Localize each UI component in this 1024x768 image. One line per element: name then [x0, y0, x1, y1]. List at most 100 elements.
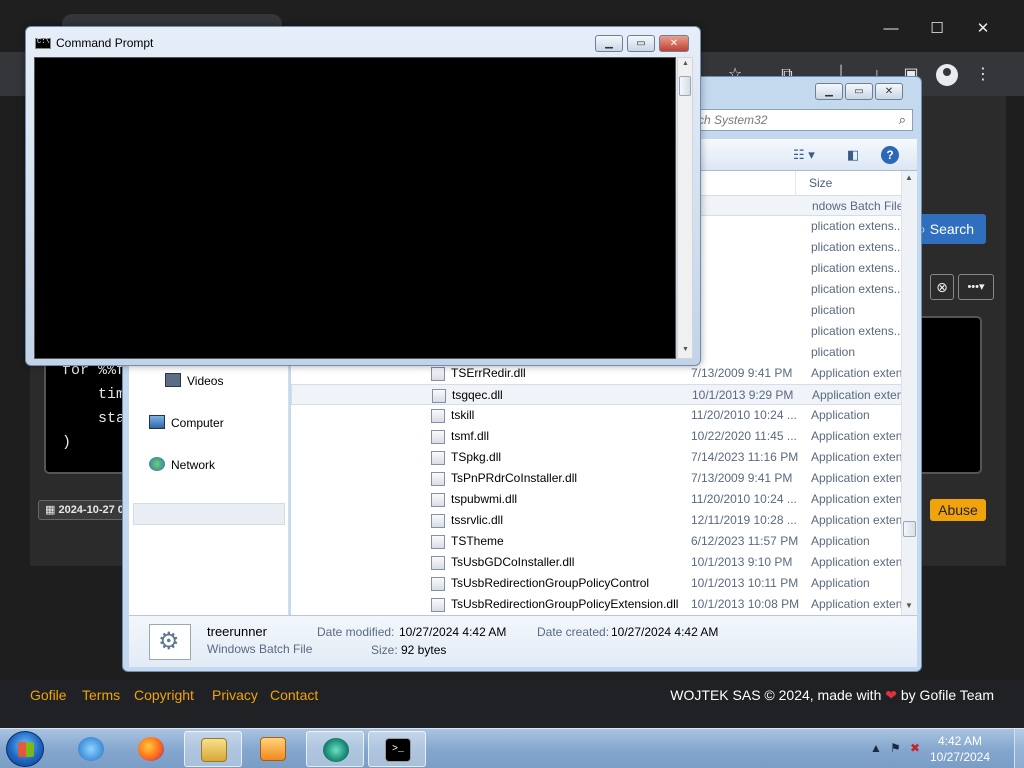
scroll-up-icon[interactable]: ▲ [682, 60, 689, 67]
taskbar-cmd[interactable]: >_ [368, 731, 426, 767]
abuse-button[interactable]: Abuse [930, 499, 986, 521]
file-date: 12/11/2019 10:28 ... [691, 513, 797, 527]
file-date: 10/1/2013 9:29 PM [692, 388, 794, 402]
file-name: TsUsbRedirectionGroupPolicyControl [451, 576, 650, 590]
cmd-maximize-icon[interactable]: ▭ [627, 35, 655, 52]
file-row[interactable]: TsUsbRedirectionGroupPolicyControl 10/1/2… [291, 573, 903, 594]
file-date: 11/20/2010 10:24 ... [691, 408, 797, 422]
file-row[interactable]: TSErrRedir.dll 7/13/2009 9:41 PM Applicati… [291, 363, 903, 384]
file-name: tsmf.dll [451, 429, 490, 443]
file-type: Application extens... [811, 597, 903, 611]
details-size-label: Size: [371, 643, 398, 657]
browser-close-icon[interactable]: ✕ [968, 18, 998, 40]
file-type: Application extens... [812, 388, 903, 402]
file-row[interactable]: TSpkg.dll 7/14/2023 11:16 PM Application e… [291, 447, 903, 468]
file-row[interactable]: TsUsbGDCoInstaller.dll 10/1/2013 9:10 PM A… [291, 552, 903, 573]
taskbar-ie[interactable] [62, 731, 120, 767]
file-type: ndows Batch File [812, 199, 903, 213]
file-row[interactable]: TsPnPRdrCoInstaller.dll 7/13/2009 9:41 PM… [291, 468, 903, 489]
browser-minimize-icon[interactable]: — [876, 18, 906, 40]
nav-item-computer[interactable]: Computer [149, 415, 224, 430]
footer-link-terms[interactable]: Terms [82, 687, 120, 703]
cmd-window-title: Command Prompt [56, 36, 154, 50]
code-line: tim [62, 386, 126, 403]
scroll-up-icon[interactable]: ▲ [905, 173, 913, 182]
console-area[interactable] [34, 57, 676, 359]
explorer-close-icon[interactable]: ✕ [875, 83, 903, 100]
more-options-button[interactable]: •••▾ [958, 274, 994, 300]
file-type: plication [811, 303, 856, 317]
explorer-maximize-icon[interactable]: ▭ [845, 83, 873, 100]
date-badge-text: 2024-10-27 0 [58, 504, 124, 516]
file-type: Application extens... [811, 555, 903, 569]
taskbar-explorer[interactable] [184, 731, 242, 767]
explorer-search-input[interactable]: ch System32 ⌕ [691, 109, 913, 131]
file-date: 11/20/2010 10:24 ... [691, 492, 797, 506]
console-scrollbar[interactable]: ▲ ▼ [677, 57, 693, 359]
column-separator[interactable] [795, 171, 796, 195]
file-row[interactable]: tspubwmi.dll 11/20/2010 10:24 ... Applicat… [291, 489, 903, 510]
footer-link-copyright[interactable]: Copyright [134, 687, 194, 703]
file-type: Application [811, 534, 870, 548]
file-list-scrollbar[interactable]: ▲ ▼ [901, 171, 917, 615]
details-file-name: treerunner [207, 624, 267, 639]
footer-link-privacy[interactable]: Privacy [212, 687, 258, 703]
file-icon [431, 556, 445, 570]
show-hidden-icons-icon[interactable]: ▲ [870, 741, 882, 755]
taskbar-app[interactable] [306, 731, 364, 767]
action-center-icon[interactable]: ⚑ [890, 741, 901, 755]
clock-time: 4:42 AM [937, 734, 983, 748]
internet-explorer-icon [78, 737, 104, 761]
file-date: 10/1/2013 10:08 PM [691, 597, 800, 611]
taskbar-media-player[interactable] [244, 731, 302, 767]
taskbar-clock[interactable]: 4:42 AM 10/27/2024 [910, 733, 1010, 765]
footer-link-contact[interactable]: Contact [270, 687, 318, 703]
file-name: TsUsbGDCoInstaller.dll [451, 555, 575, 569]
computer-icon [149, 415, 165, 429]
network-icon [149, 457, 165, 471]
view-options-icon[interactable]: ☷ ▾ [793, 147, 815, 163]
cmd-minimize-icon[interactable]: ▁ [595, 35, 623, 52]
profile-avatar-icon[interactable] [936, 64, 958, 86]
scrollbar-thumb[interactable] [679, 76, 691, 96]
file-row[interactable]: tsgqec.dll 10/1/2013 9:29 PM Application e… [291, 384, 903, 405]
file-type: Application extens... [811, 513, 903, 527]
menu-kebab-icon[interactable]: ⋮ [972, 64, 994, 86]
explorer-minimize-icon[interactable]: ▁ [815, 83, 843, 100]
file-date: 10/1/2013 9:10 PM [691, 555, 793, 569]
file-row[interactable]: tsmf.dll 10/22/2020 11:45 ... Application … [291, 426, 903, 447]
magnifier-icon[interactable]: ⌕ [899, 110, 906, 130]
code-line: sta [62, 410, 126, 427]
show-desktop-button[interactable] [1014, 729, 1024, 768]
start-button-icon[interactable] [6, 731, 44, 767]
nav-label: Videos [187, 374, 224, 388]
file-name: TSTheme [451, 534, 504, 548]
footer-link-gofile[interactable]: Gofile [30, 687, 67, 703]
file-icon [431, 493, 445, 507]
command-prompt-window: Command Prompt ▁ ▭ ✕ ▲ ▼ [25, 26, 701, 366]
file-type: plication extens... [811, 282, 903, 296]
scrollbar-thumb[interactable] [903, 521, 916, 537]
scroll-down-icon[interactable]: ▼ [905, 601, 913, 610]
scroll-down-icon[interactable]: ▼ [682, 346, 689, 353]
file-icon [431, 430, 445, 444]
nav-item-videos[interactable]: Videos [165, 373, 224, 388]
cmd-close-icon[interactable]: ✕ [659, 35, 689, 52]
file-row[interactable]: TSTheme6/12/2023 11:57 PMApplication46 K… [291, 531, 903, 552]
details-file-type: Windows Batch File [207, 642, 313, 656]
firefox-icon [138, 737, 164, 761]
app-icon [323, 738, 349, 762]
file-date: 7/13/2009 9:41 PM [691, 471, 793, 485]
taskbar-firefox[interactable] [122, 731, 180, 767]
file-row[interactable]: tssrvlic.dll 12/11/2019 10:28 ... Applicat… [291, 510, 903, 531]
preview-pane-icon[interactable]: ◧ [847, 147, 859, 163]
file-name: tssrvlic.dll [451, 513, 504, 527]
browser-maximize-icon[interactable]: ☐ [922, 18, 952, 40]
clear-icon[interactable]: ⊗ [930, 274, 954, 300]
help-icon[interactable]: ? [881, 146, 899, 164]
column-header-size[interactable]: Size [809, 171, 832, 195]
file-date: 7/13/2009 9:41 PM [691, 366, 793, 380]
file-row[interactable]: TsUsbRedirectionGroupPolicyExtension.dll… [291, 594, 903, 615]
nav-item-network[interactable]: Network [149, 457, 215, 472]
file-row[interactable]: tskill11/20/2010 10:24 ...Application23 … [291, 405, 903, 426]
